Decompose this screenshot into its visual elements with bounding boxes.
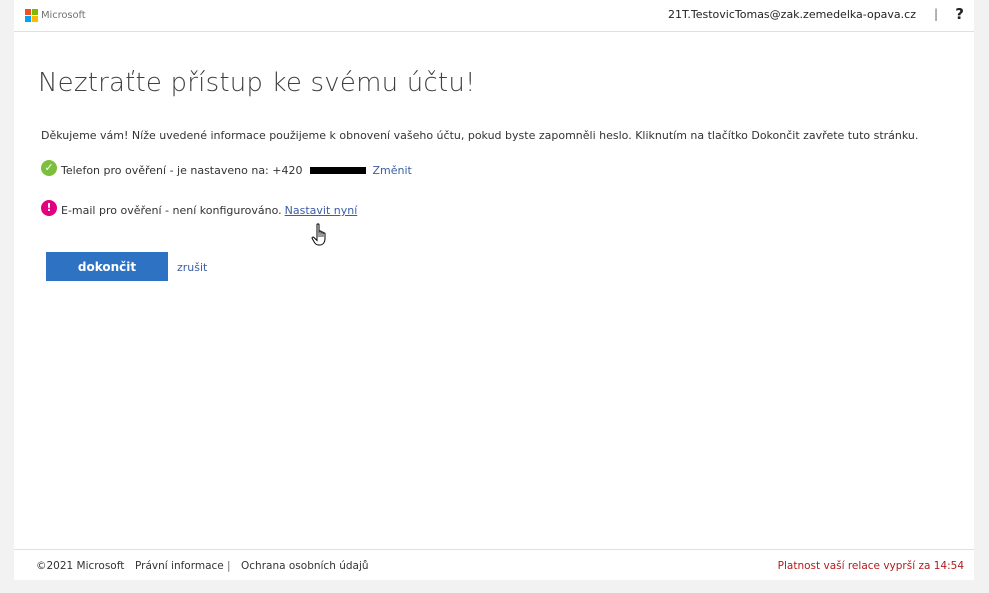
user-email: 21T.TestovicTomas@zak.zemedelka-opava.cz [667, 8, 916, 21]
finish-button[interactable]: dokončit [46, 252, 168, 281]
help-button[interactable]: ? [955, 5, 964, 23]
setup-email-link[interactable]: Nastavit nyní [285, 204, 358, 217]
top-bar: Microsoft 21T.TestovicTomas@zak.zemedelk… [14, 0, 974, 32]
page-container: Microsoft 21T.TestovicTomas@zak.zemedelk… [14, 0, 974, 580]
email-status-text: E-mail pro ověření - není konfigurováno. [61, 204, 282, 217]
intro-text: Děkujeme vám! Níže uvedené informace pou… [41, 129, 919, 142]
logo-text: Microsoft [41, 9, 86, 21]
hand-pointer-icon [311, 223, 326, 246]
redacted-phone-number [310, 167, 367, 174]
microsoft-logo-icon [25, 9, 38, 22]
microsoft-logo: Microsoft [25, 9, 86, 22]
phone-verification-row: ✓ Telefon pro ověření - je nastaveno na:… [41, 159, 412, 177]
exclamation-circle-icon: ! [41, 199, 57, 216]
session-expiry-text: Platnost vaší relace vyprší za 14:54 [777, 560, 964, 572]
change-phone-link[interactable]: Změnit [372, 164, 411, 177]
email-verification-row: ! E-mail pro ověření - není konfigurován… [41, 199, 358, 217]
copyright: ©2021 Microsoft [36, 560, 125, 572]
legal-info-link[interactable]: Právní informace [135, 560, 224, 572]
cancel-link[interactable]: zrušit [177, 261, 207, 274]
footer: ©2021 Microsoft Právní informace | Ochra… [14, 549, 974, 581]
phone-status-text: Telefon pro ověření - je nastaveno na: +… [61, 164, 303, 177]
privacy-link[interactable]: Ochrana osobních údajů [241, 560, 369, 572]
check-circle-icon: ✓ [41, 159, 57, 176]
footer-separator: | [227, 560, 231, 572]
header-separator: | [933, 7, 938, 21]
page-title: Neztraťte přístup ke svému účtu! [38, 68, 476, 98]
